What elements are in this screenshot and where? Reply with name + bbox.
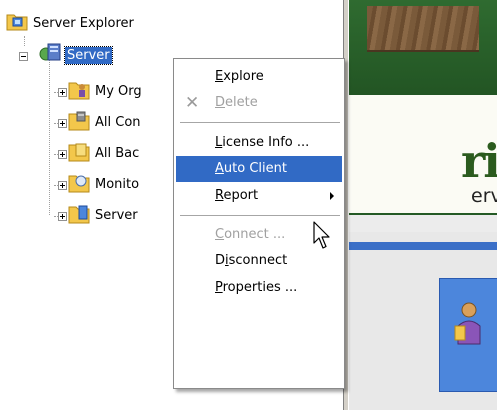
banner-image: ri erv [349,0,497,215]
monitor-folder-icon [68,171,90,197]
menu-item-auto-client-installer[interactable]: Auto Client Installer ... [176,156,342,202]
expand-toggle[interactable] [58,212,67,221]
tree-node-label: My Org [95,83,142,99]
menu-item-report[interactable]: Report [176,183,342,209]
tree-node-my-org[interactable]: My Org [68,80,144,102]
tree-node-label: Server [64,45,113,65]
collapse-toggle[interactable] [19,52,28,61]
menu-item-label: Connect ... [215,227,286,242]
server-folder-icon [68,202,90,228]
tree-node-label: All Con [95,114,141,130]
server-icon [38,42,62,68]
expand-toggle[interactable] [58,181,67,190]
org-folder-icon [68,78,90,104]
tree-node-server-folder[interactable]: Server [68,204,140,226]
submenu-arrow-icon [330,192,334,200]
computers-folder-icon [68,109,90,135]
menu-item-label: Report [215,188,259,203]
tree-node-label: Server [95,207,138,223]
tree-node-label: Server Explorer [33,15,134,31]
banner-wood-sign [367,6,479,52]
tree-node-label: All Bac [95,145,140,161]
tree-node-label: Monito [95,176,140,192]
tree-node-server[interactable]: Server [38,42,113,68]
menu-item-label: Explore [215,69,264,84]
backup-folder-icon [68,140,90,166]
mouse-pointer-icon [313,221,333,255]
banner-title-fragment: ri [461,134,497,188]
tree-line-children [49,58,50,215]
tree-root-server-explorer[interactable]: Server Explorer [6,12,136,34]
tree-line-root [24,36,25,46]
server-explorer-icon [6,11,28,35]
menu-item-license-info[interactable]: License Info ... [176,130,342,156]
menu-item-properties[interactable]: Properties ... [176,275,342,301]
expand-toggle[interactable] [58,88,67,97]
menu-item-label: Properties ... [215,280,298,295]
menu-separator [180,122,340,123]
menu-item-label: License Info ... [215,135,310,150]
menu-item-explore[interactable]: Explore [176,64,342,90]
content-header-bar [349,242,497,250]
tree-node-all-computers[interactable]: All Con [68,111,143,133]
user-icon [454,300,484,350]
content-pane: ri erv [349,0,497,410]
expand-toggle[interactable] [58,119,67,128]
delete-x-icon: ✕ [185,93,200,113]
menu-item-label: Delete [215,95,258,110]
tree-node-all-backups[interactable]: All Bac [68,142,141,164]
expand-toggle[interactable] [58,150,67,159]
menu-separator [180,215,340,216]
banner-subtitle-fragment: erv [471,185,497,207]
menu-item-delete[interactable]: ✕ Delete [176,90,342,116]
tree-node-monitor[interactable]: Monito [68,173,141,195]
menu-item-label: Disconnect [215,253,288,268]
